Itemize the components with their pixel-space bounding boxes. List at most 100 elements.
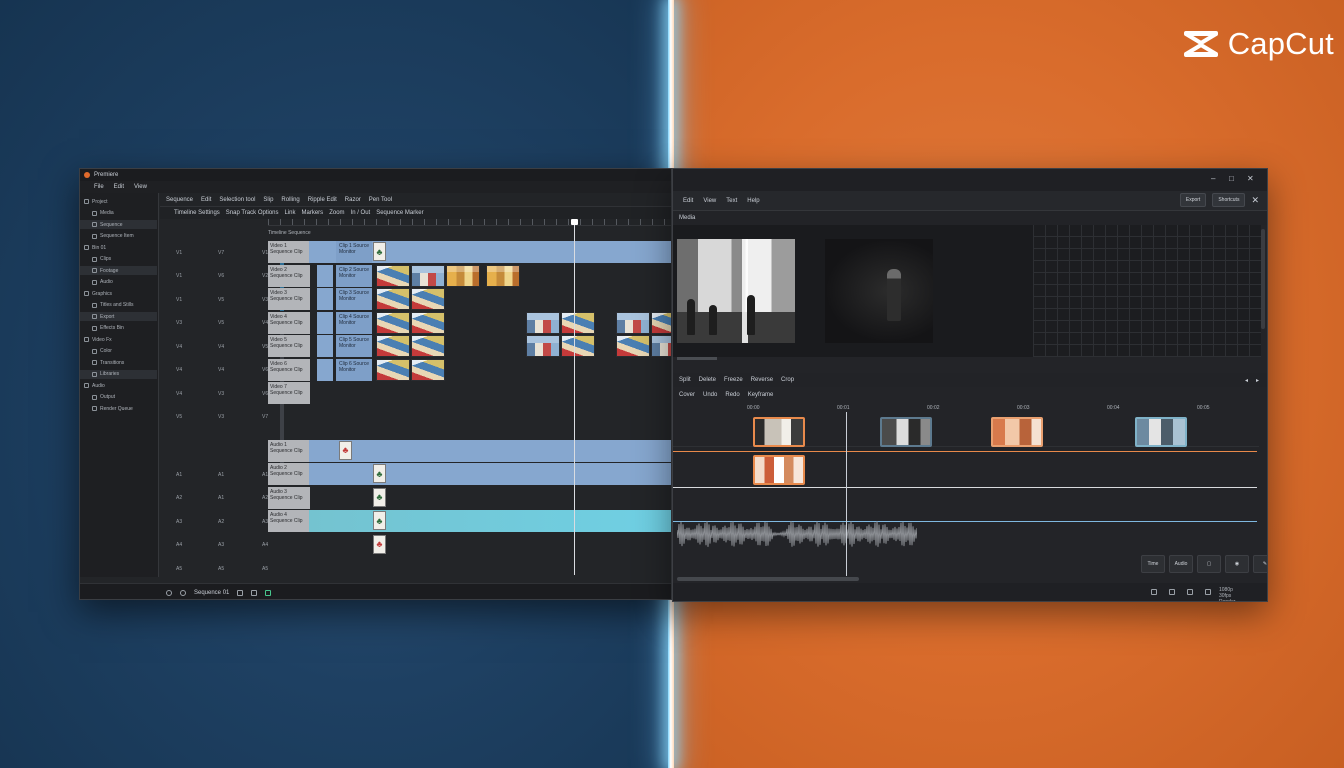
sticker-clip-icon[interactable]: ♣ — [373, 464, 386, 483]
timeline-tool[interactable]: Undo — [703, 392, 717, 398]
control-button[interactable]: Time — [1141, 555, 1165, 573]
sidebar-item[interactable]: Render Queue — [80, 404, 157, 413]
sequence-clip[interactable]: Video 7 Sequence Clip — [268, 382, 310, 404]
menu-item[interactable]: Edit — [114, 184, 124, 190]
clip-thumbnail[interactable] — [411, 358, 445, 381]
record-icon[interactable] — [180, 589, 186, 596]
player-scrub-bar[interactable] — [673, 357, 1267, 371]
timeline-tool[interactable]: Link — [285, 210, 296, 216]
sidebar-item[interactable]: Transitions — [80, 358, 157, 367]
source-clip[interactable]: Clip 3 Source Monitor — [336, 288, 372, 310]
toolbar-item[interactable]: Sequence — [166, 197, 193, 203]
sticker-clip-icon[interactable]: ♣ — [373, 511, 386, 530]
toolbar-item[interactable]: Selection tool — [219, 197, 255, 203]
fullscreen-icon[interactable] — [1151, 589, 1157, 595]
toolbar-item[interactable]: Slip — [263, 197, 273, 203]
menu-item[interactable]: File — [94, 184, 104, 190]
sequence-clip[interactable]: Video 2 Sequence Clip — [268, 264, 310, 287]
video-clip[interactable] — [1135, 417, 1187, 447]
maximize-icon[interactable]: □ — [1229, 174, 1234, 183]
sidebar-item[interactable]: Audio — [80, 278, 157, 287]
timeline-tool[interactable]: Keyframe — [748, 392, 774, 398]
sidebar-item[interactable]: Export — [80, 312, 157, 321]
timeline-tool[interactable]: Sequence Marker — [376, 210, 423, 216]
timeline-tool[interactable]: Timeline Settings — [174, 210, 220, 216]
menu-item[interactable]: Edit — [683, 198, 693, 204]
clip-thumbnail[interactable] — [376, 358, 410, 381]
control-button[interactable]: Audio — [1169, 555, 1193, 573]
timeline-tool[interactable]: Split — [679, 377, 691, 383]
clip-thumbnail[interactable] — [446, 264, 480, 287]
preview-player[interactable] — [673, 225, 1033, 357]
right-playhead[interactable] — [846, 412, 847, 576]
sequence-clip[interactable]: Audio 3 Sequence Clip — [268, 486, 310, 509]
clip-thumbnail[interactable] — [561, 335, 595, 357]
toolbar-item[interactable]: Rolling — [281, 197, 299, 203]
sidebar-item[interactable]: Sequence — [80, 220, 157, 229]
sidebar-item[interactable]: Footage — [80, 266, 157, 275]
export-button[interactable]: Export — [1179, 193, 1207, 207]
audio-waveform[interactable] — [677, 519, 917, 549]
menu-item[interactable]: Text — [726, 198, 737, 204]
clip-track-bar[interactable] — [317, 311, 333, 334]
sequence-clip[interactable]: Video 3 Sequence Clip — [268, 288, 310, 310]
clip-thumbnail[interactable] — [616, 335, 650, 357]
sidebar-item[interactable]: Audio — [80, 381, 157, 390]
sequence-clip[interactable]: Video 5 Sequence Clip — [268, 335, 310, 357]
export-status-icon[interactable] — [265, 589, 272, 596]
menu-item[interactable]: View — [134, 184, 147, 190]
sidebar-item[interactable]: Output — [80, 393, 157, 402]
clip-track-bar[interactable] — [309, 439, 671, 462]
overlay-clip[interactable] — [753, 455, 805, 485]
settings-icon[interactable] — [1169, 589, 1175, 595]
shortcuts-button[interactable]: Shortcuts — [1212, 193, 1246, 207]
toolbar-item[interactable]: Pen Tool — [369, 197, 392, 203]
timeline-tool[interactable]: Cover — [679, 392, 695, 398]
zoom-out-icon[interactable]: ◂ — [1245, 377, 1248, 384]
sequence-clip[interactable]: Video 1 Sequence Clip — [268, 241, 310, 263]
source-clip[interactable]: Clip 4 Source Monitor — [336, 311, 372, 334]
left-playhead[interactable] — [571, 219, 578, 575]
clip-thumbnail[interactable] — [651, 311, 671, 334]
clip-thumbnail[interactable] — [651, 335, 671, 357]
toolbar-item[interactable]: Ripple Edit — [308, 197, 337, 203]
sidebar-item[interactable]: Sequence Item — [80, 232, 157, 241]
sticker-clip-icon[interactable]: ♣ — [339, 440, 352, 460]
video-clip[interactable] — [991, 417, 1043, 447]
sidebar-item[interactable]: Clips — [80, 255, 157, 264]
control-button[interactable]: ✎ — [1253, 555, 1267, 573]
clip-track-bar[interactable] — [317, 288, 333, 310]
timeline-tool[interactable]: In / Out — [351, 210, 371, 216]
toolbar-item[interactable]: Razor — [345, 197, 361, 203]
sticker-clip-icon[interactable]: ♣ — [373, 487, 386, 507]
source-clip[interactable]: Clip 5 Source Monitor — [336, 335, 372, 357]
video-clip[interactable] — [880, 417, 932, 447]
sequence-clip[interactable]: Video 6 Sequence Clip — [268, 358, 310, 381]
sidebar-item[interactable]: Graphics — [80, 289, 157, 298]
sidebar-item[interactable]: Effects Bin — [80, 324, 157, 333]
sidebar-item[interactable]: Media — [80, 209, 157, 218]
toolbar-item[interactable]: Edit — [201, 197, 211, 203]
canvas-grid[interactable] — [1033, 225, 1261, 357]
clip-thumbnail[interactable] — [411, 335, 445, 357]
timeline-tool[interactable]: Zoom — [329, 210, 344, 216]
clip-track-bar[interactable] — [317, 335, 333, 357]
clip-track-bar[interactable] — [317, 264, 333, 287]
clip-track-bar[interactable] — [309, 510, 671, 532]
sidebar-item[interactable]: Color — [80, 347, 157, 356]
settings-icon[interactable] — [166, 589, 172, 596]
timeline-tool[interactable]: Redo — [725, 392, 739, 398]
sidebar-item[interactable]: Titles and Stills — [80, 301, 157, 310]
preview-scrollbar[interactable] — [1261, 229, 1265, 329]
clip-thumbnail[interactable] — [616, 311, 650, 334]
sidebar-item[interactable]: Project — [80, 197, 157, 206]
clip-thumbnail[interactable] — [486, 264, 520, 287]
clip-thumbnail[interactable] — [411, 311, 445, 334]
source-clip[interactable]: Clip 6 Source Monitor — [336, 358, 372, 381]
source-clip[interactable]: Clip 1 Source Monitor — [336, 241, 372, 263]
clip-thumbnail[interactable] — [526, 335, 560, 357]
minimize-icon[interactable]: – — [1211, 174, 1215, 183]
clip-thumbnail[interactable] — [376, 311, 410, 334]
ratio-icon[interactable] — [1187, 589, 1193, 595]
sidebar-item[interactable]: Video Fx — [80, 335, 157, 344]
